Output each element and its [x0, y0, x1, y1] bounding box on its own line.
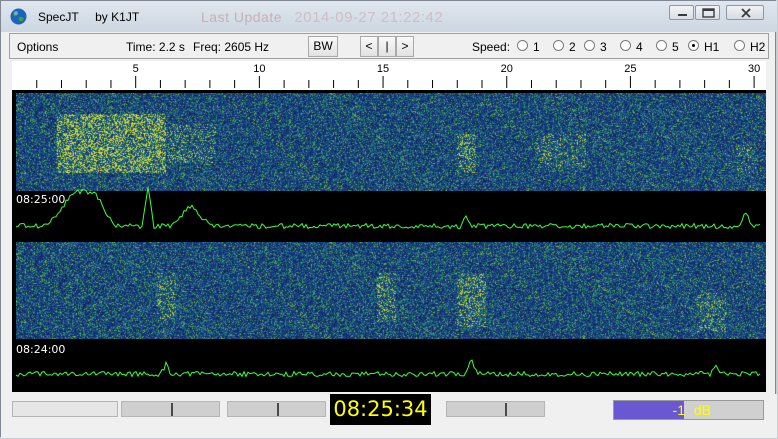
spectrum-line: [15, 187, 761, 230]
close-icon: [741, 8, 751, 18]
slider-3-thumb[interactable]: [505, 403, 508, 416]
slider-1-thumb[interactable]: [170, 403, 173, 416]
maximize-icon: [702, 8, 715, 18]
waterfall-upper: [16, 93, 766, 191]
nav-prev-button[interactable]: <: [360, 36, 378, 57]
ruler-label: 25: [624, 63, 636, 75]
minimize-button[interactable]: [669, 5, 694, 20]
speed-radio-h1[interactable]: [688, 40, 699, 51]
speed-label: Speed:: [472, 40, 511, 54]
slider-2[interactable]: [227, 401, 326, 417]
frequency-ruler: 5 10 15 20 25 30: [12, 61, 766, 90]
speed-label-1: 1: [533, 40, 540, 54]
toolbar: Options Time: 2.2 s Freq: 2605 Hz BW < |…: [9, 33, 769, 59]
background-window-text: Last Update 2014-09-27 21:22:42: [201, 9, 443, 26]
db-value: -1: [672, 402, 685, 418]
ruler-label: 15: [377, 63, 389, 75]
spectrum-line: [15, 359, 761, 378]
utc-clock: 08:25:34: [330, 394, 431, 425]
slider-3[interactable]: [446, 401, 545, 417]
waterfall-lower: [16, 242, 766, 339]
minimize-icon: [678, 14, 687, 16]
speed-radio-1[interactable]: [517, 40, 528, 51]
speed-radio-5[interactable]: [656, 40, 667, 51]
speed-radio-h2[interactable]: [734, 40, 745, 51]
speed-label-5: 5: [672, 40, 679, 54]
spectrum-trace-lower: [15, 359, 761, 378]
db-unit: dB: [693, 402, 711, 418]
globe-icon: [10, 8, 27, 25]
speed-radio-2[interactable]: [553, 40, 564, 51]
timestamp-upper: 08:25:00: [16, 193, 66, 206]
bw-button[interactable]: BW: [308, 36, 338, 57]
options-menu[interactable]: Options: [17, 40, 58, 54]
timestamp-lower: 08:24:00: [16, 343, 66, 356]
db-meter: -1 dB: [613, 400, 764, 420]
window-title: SpecJT by K1JT: [38, 10, 140, 24]
background-title-right: 2014-09-27 21:22:42: [294, 9, 444, 26]
close-button[interactable]: [726, 5, 764, 20]
status-bar: 08:25:34 -1 dB: [1, 394, 777, 438]
speed-radio-4[interactable]: [620, 40, 631, 51]
title-bar[interactable]: SpecJT by K1JT Last Update 2014-09-27 21…: [1, 1, 777, 32]
speed-radio-3[interactable]: [584, 40, 595, 51]
spectrum-trace-upper: [15, 187, 761, 230]
nav-mid-button[interactable]: |: [378, 36, 396, 57]
background-title-left: Last Update: [201, 9, 282, 25]
speed-label-3: 3: [600, 40, 607, 54]
ruler-label: 10: [253, 63, 265, 75]
slider-1[interactable]: [121, 401, 220, 417]
specjt-window: SpecJT by K1JT Last Update 2014-09-27 21…: [0, 0, 777, 438]
ruler-label: 20: [501, 63, 513, 75]
speed-label-h2: H2: [750, 40, 766, 54]
nav-next-button[interactable]: >: [396, 36, 414, 57]
ruler-label: 5: [133, 63, 139, 75]
speed-label-h1: H1: [704, 40, 720, 54]
speed-label-2: 2: [569, 40, 576, 54]
time-readout: Time: 2.2 s: [126, 40, 185, 54]
ruler-label: 30: [748, 63, 760, 75]
slider-2-thumb[interactable]: [276, 403, 279, 416]
freq-readout: Freq: 2605 Hz: [193, 40, 270, 54]
speed-label-4: 4: [636, 40, 643, 54]
maximize-button[interactable]: [695, 5, 720, 20]
status-field: [12, 401, 118, 417]
spectrogram-panel: 08:25:00 08:24:00: [12, 90, 766, 392]
